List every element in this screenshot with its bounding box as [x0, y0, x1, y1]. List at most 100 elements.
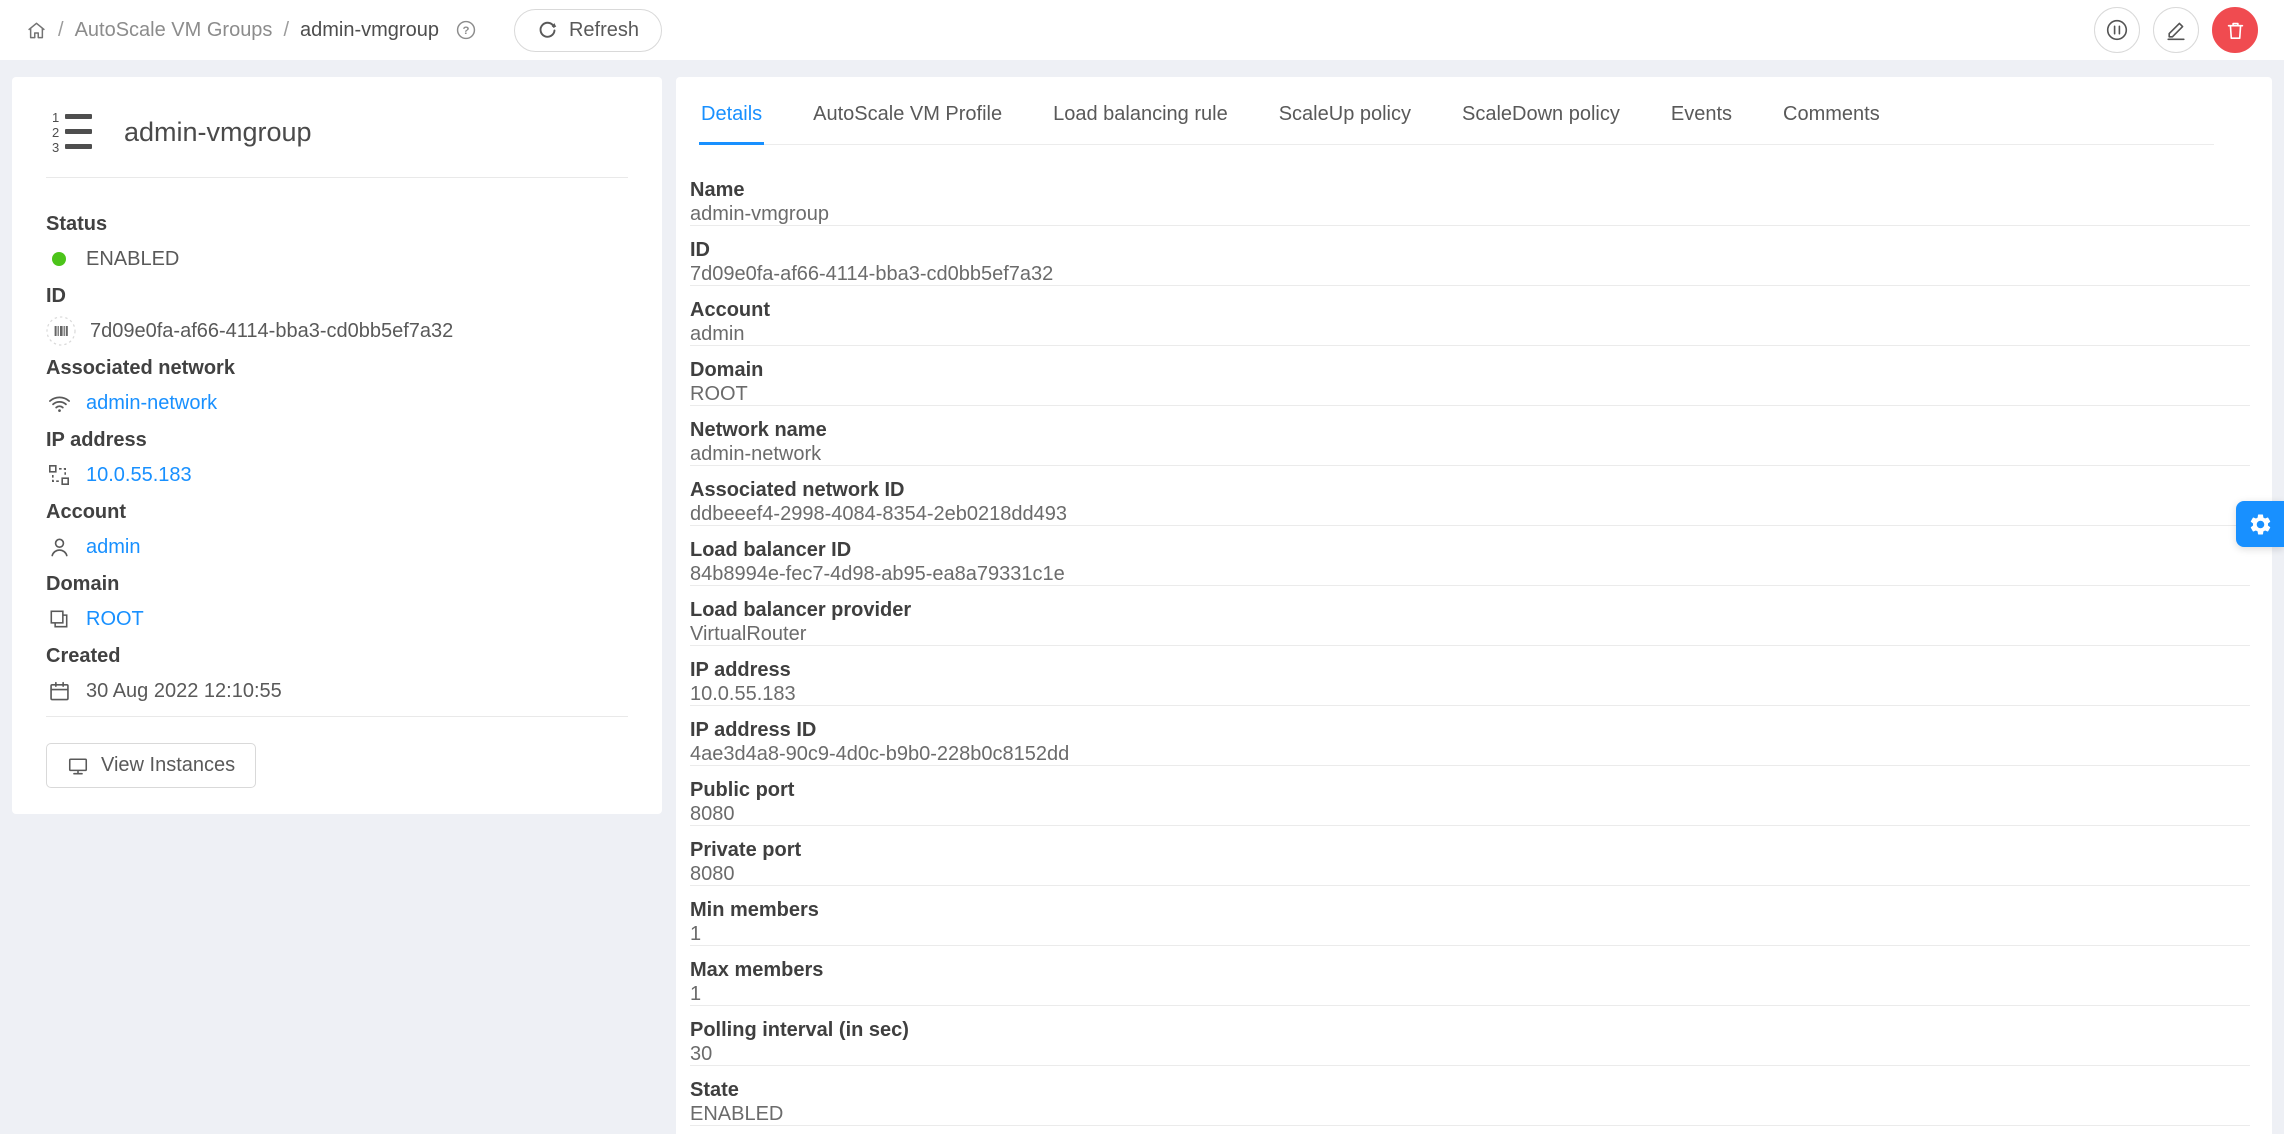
detail-row: Polling interval (in sec) 30: [690, 1006, 2250, 1066]
info-field: Domain ROOT: [46, 572, 628, 634]
detail-row-label: Associated network ID: [690, 479, 905, 501]
help-button[interactable]: ?: [455, 19, 477, 41]
tab-autoscale-vm-profile[interactable]: AutoScale VM Profile: [811, 77, 1004, 144]
field-value-text[interactable]: ROOT: [86, 605, 144, 633]
refresh-button[interactable]: Refresh: [513, 8, 662, 52]
info-field: IP address 10.0.55.183: [46, 428, 628, 490]
detail-row: State ENABLED: [690, 1066, 2250, 1126]
detail-row: Load balancer provider VirtualRouter: [690, 586, 2250, 646]
detail-row-label: Min members: [690, 899, 819, 921]
field-label: IP address: [46, 429, 147, 451]
svg-text:1: 1: [52, 110, 59, 125]
pause-circle-icon: [2105, 18, 2129, 42]
tab-details[interactable]: Details: [699, 77, 765, 145]
field-value: ROOT: [46, 604, 628, 634]
detail-row: Private port 8080: [690, 826, 2250, 886]
content-area: 1 2 3 admin-vmgroup Status ENABLED ID 7d…: [0, 60, 2284, 1134]
detail-row-label: Domain: [690, 359, 764, 381]
detail-row: Name admin-vmgroup: [690, 166, 2250, 226]
info-field: ID 7d09e0fa-af66-4114-bba3-cd0bb5ef7a32: [46, 284, 628, 346]
field-value-text[interactable]: admin: [86, 533, 140, 561]
tab-load-balancing-rule[interactable]: Load balancing rule: [1051, 77, 1230, 144]
delete-button[interactable]: [2212, 7, 2258, 53]
barcode-icon: [46, 316, 76, 346]
resource-fields: Status ENABLED ID 7d09e0fa-af66-4114-bba…: [46, 212, 628, 706]
field-value: admin: [46, 532, 628, 562]
detail-row-value: admin: [690, 323, 745, 345]
detail-row: IP address ID 4ae3d4a8-90c9-4d0c-b9b0-22…: [690, 706, 2250, 766]
detail-row-label: IP address ID: [690, 719, 817, 741]
header-actions: [2094, 7, 2258, 53]
detail-row-value: 4ae3d4a8-90c9-4d0c-b9b0-228b0c8152dd: [690, 743, 1070, 765]
trash-icon: [2224, 19, 2247, 42]
detail-row-value: 8080: [690, 803, 735, 825]
detail-row: Max members 1: [690, 946, 2250, 1006]
detail-row-value: 30: [690, 1043, 713, 1065]
tab-scaledown-policy[interactable]: ScaleDown policy: [1460, 77, 1622, 144]
detail-row: Associated network ID ddbeeef4-2998-4084…: [690, 466, 2250, 526]
info-field: Status ENABLED: [46, 212, 628, 274]
breadcrumb-item-autoscale-vm-groups[interactable]: AutoScale VM Groups: [75, 19, 273, 42]
edit-icon: [2164, 18, 2188, 42]
detail-row-label: Polling interval (in sec): [690, 1019, 909, 1041]
tab-events[interactable]: Events: [1669, 77, 1734, 144]
field-value-text: 7d09e0fa-af66-4114-bba3-cd0bb5ef7a32: [90, 320, 454, 342]
detail-row-value: VirtualRouter: [690, 623, 807, 645]
field-value-text[interactable]: admin-network: [86, 389, 217, 417]
desktop-icon: [67, 755, 89, 777]
field-value-text[interactable]: 10.0.55.183: [86, 461, 192, 489]
resource-info-card: 1 2 3 admin-vmgroup Status ENABLED ID 7d…: [12, 77, 662, 814]
gear-icon: [2248, 512, 2273, 537]
detail-row-value: ROOT: [690, 383, 748, 405]
detail-row-value: ddbeeef4-2998-4084-8354-2eb0218dd493: [690, 503, 1068, 525]
detail-row: Domain ROOT: [690, 346, 2250, 406]
detail-row: ID 7d09e0fa-af66-4114-bba3-cd0bb5ef7a32: [690, 226, 2250, 286]
detail-row: Network name admin-network: [690, 406, 2250, 466]
field-value: 30 Aug 2022 12:10:55: [46, 676, 628, 706]
detail-row-label: Network name: [690, 419, 827, 441]
status-dot: [46, 252, 72, 266]
tab-comments[interactable]: Comments: [1781, 77, 1882, 144]
field-label: Created: [46, 645, 121, 667]
breadcrumb-item-current: admin-vmgroup: [300, 18, 439, 41]
view-instances-label: View Instances: [101, 754, 236, 776]
field-label: Domain: [46, 573, 120, 595]
field-value-text: ENABLED: [86, 248, 180, 270]
tab-bar: Details AutoScale VM Profile Load balancin…: [699, 77, 2214, 145]
detail-row-label: Name: [690, 179, 745, 201]
detail-row-value: 84b8994e-fec7-4d98-ab95-ea8a79331c1e: [690, 563, 1065, 585]
detail-row-value: 1: [690, 923, 702, 945]
field-label: Account: [46, 501, 126, 523]
tab-scaleup-policy[interactable]: ScaleUp policy: [1277, 77, 1413, 144]
field-value-text: 30 Aug 2022 12:10:55: [86, 680, 282, 702]
gateway-icon: [46, 463, 72, 487]
header: / AutoScale VM Groups / admin-vmgroup ? …: [0, 0, 2284, 60]
resource-detail-card: Details AutoScale VM Profile Load balancin…: [676, 77, 2272, 1134]
field-value: 10.0.55.183: [46, 460, 628, 490]
detail-row-label: Private port: [690, 839, 802, 861]
settings-drawer-toggle[interactable]: [2236, 501, 2284, 547]
detail-row: Public port 8080: [690, 766, 2250, 826]
svg-text:3: 3: [52, 140, 59, 155]
breadcrumb-separator: /: [283, 18, 289, 41]
detail-row-value: admin-network: [690, 443, 822, 465]
calendar-icon: [46, 680, 72, 703]
detail-row: Load balancer ID 84b8994e-fec7-4d98-ab95…: [690, 526, 2250, 586]
details-list: Name admin-vmgroup ID 7d09e0fa-af66-4114…: [690, 166, 2250, 1126]
field-value: 7d09e0fa-af66-4114-bba3-cd0bb5ef7a32: [46, 316, 628, 346]
view-instances-button[interactable]: View Instances: [46, 743, 257, 788]
detail-row-value: ENABLED: [690, 1103, 784, 1125]
detail-row-label: ID: [690, 239, 710, 261]
page-title: admin-vmgroup: [124, 116, 312, 147]
detail-row-label: State: [690, 1079, 739, 1101]
detail-row-value: 8080: [690, 863, 735, 885]
detail-row: IP address 10.0.55.183: [690, 646, 2250, 706]
detail-row-value: admin-vmgroup: [690, 203, 829, 225]
detail-row: Min members 1: [690, 886, 2250, 946]
pause-button[interactable]: [2094, 7, 2140, 53]
home-icon[interactable]: [26, 20, 47, 41]
detail-row-value: 7d09e0fa-af66-4114-bba3-cd0bb5ef7a32: [690, 263, 1054, 285]
info-field: Created 30 Aug 2022 12:10:55: [46, 644, 628, 706]
detail-row-label: Public port: [690, 779, 795, 801]
edit-button[interactable]: [2153, 7, 2199, 53]
